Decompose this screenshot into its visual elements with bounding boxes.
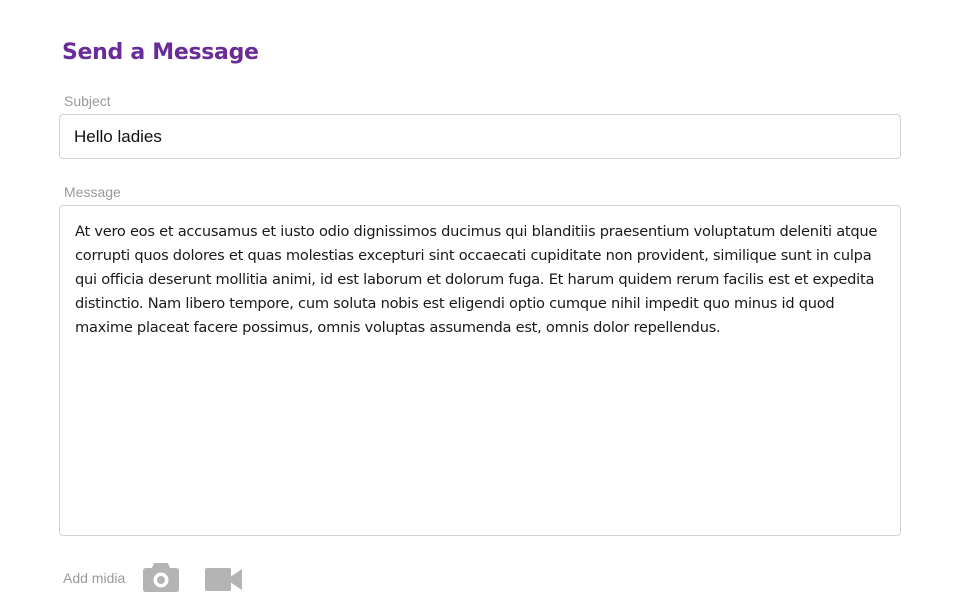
- video-camera-icon: [205, 568, 242, 591]
- page-title: Send a Message: [62, 40, 259, 65]
- add-photo-button[interactable]: [143, 563, 179, 592]
- add-video-button[interactable]: [205, 568, 242, 591]
- subject-label: Subject: [64, 93, 111, 109]
- message-textarea[interactable]: At vero eos et accusamus et iusto odio d…: [59, 205, 901, 536]
- camera-icon: [143, 563, 179, 592]
- add-media-label: Add midia: [63, 570, 126, 586]
- message-label: Message: [64, 184, 121, 200]
- subject-input[interactable]: [59, 114, 901, 159]
